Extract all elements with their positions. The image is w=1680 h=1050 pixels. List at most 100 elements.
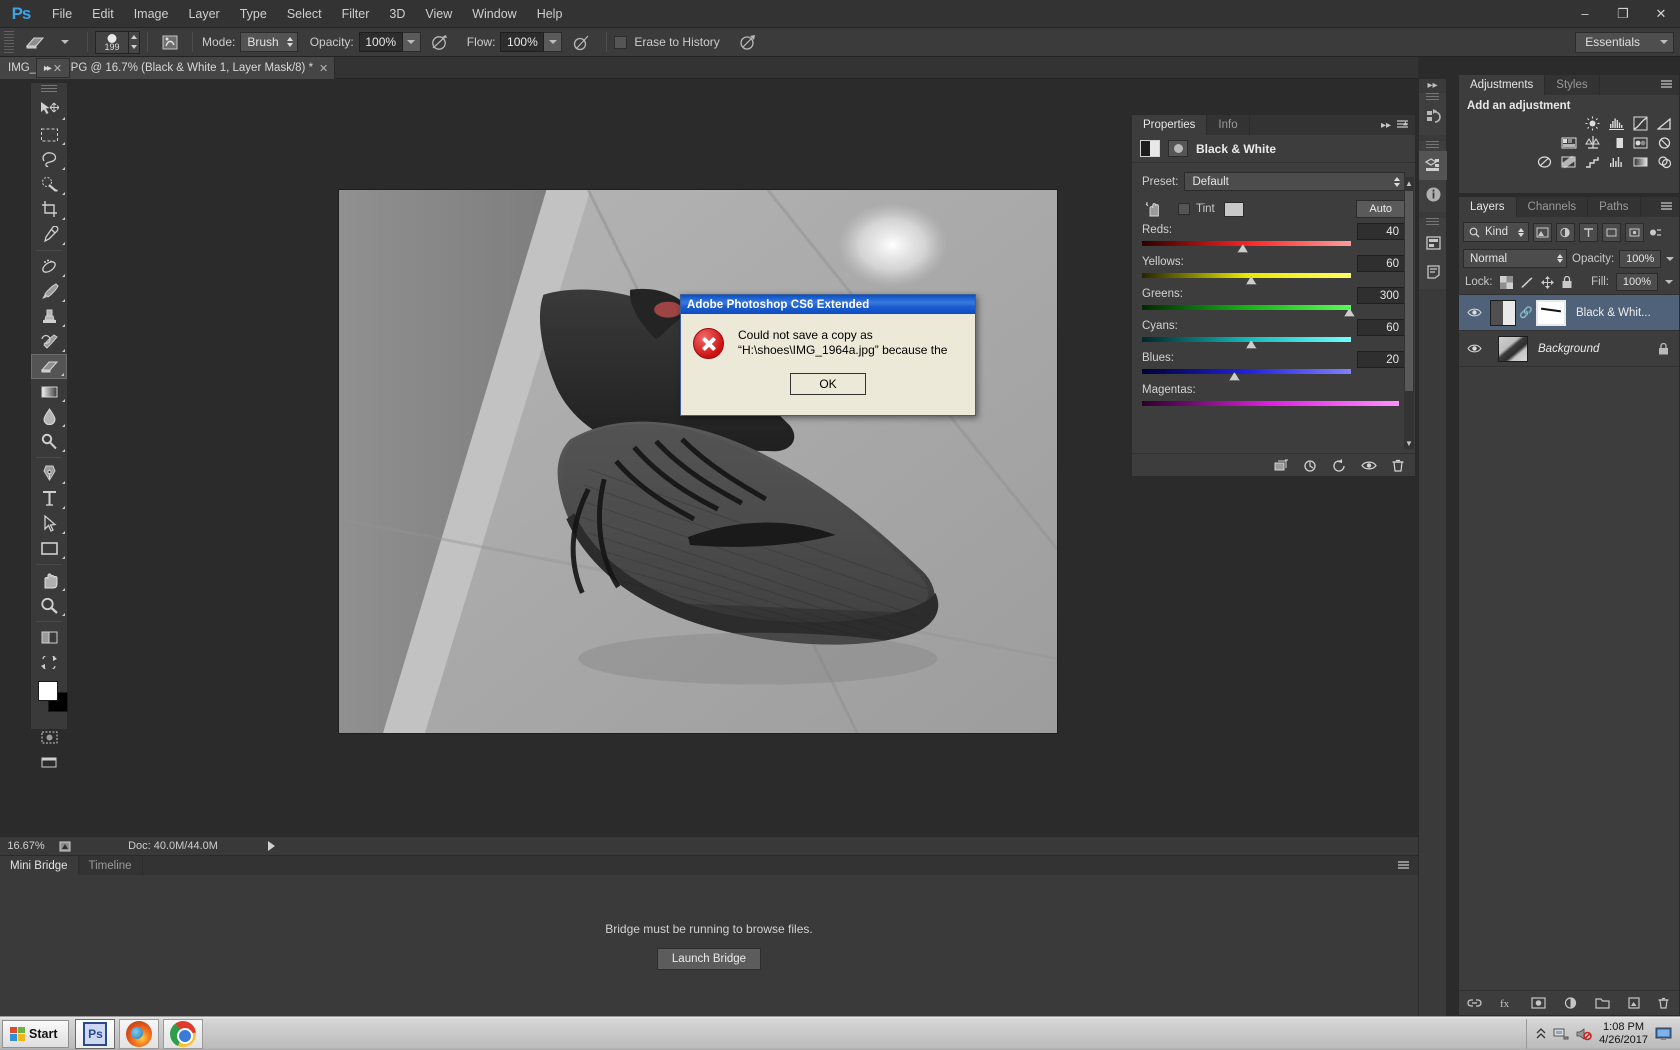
lock-transparency-icon[interactable] <box>1499 275 1513 289</box>
brush-tool[interactable] <box>31 279 67 304</box>
tab-styles[interactable]: Styles <box>1545 75 1600 95</box>
color-balance-icon[interactable] <box>1608 135 1625 150</box>
layer-thumbnail[interactable] <box>1490 299 1516 326</box>
channel-mixer-icon[interactable] <box>1536 154 1553 169</box>
threshold-icon[interactable] <box>1608 154 1625 169</box>
filter-type-layers-icon[interactable] <box>1579 222 1598 242</box>
clip-to-layer-icon[interactable] <box>1274 459 1289 472</box>
tab-channels[interactable]: Channels <box>1517 197 1589 217</box>
quick-mask-icon[interactable] <box>31 625 67 650</box>
tablet-pressure-icon[interactable] <box>733 31 763 54</box>
link-mask-icon[interactable]: 🔗 <box>1519 306 1533 319</box>
volume-muted-icon[interactable] <box>1576 1027 1592 1041</box>
tab-layers[interactable]: Layers <box>1459 197 1517 217</box>
arrange-documents-icon[interactable]: ▸▸ ✕ <box>36 58 70 78</box>
flow-dropdown-icon[interactable] <box>544 32 563 52</box>
edit-in-quick-mask-icon[interactable] <box>31 725 67 750</box>
firefox-taskbar-button[interactable] <box>119 1018 160 1049</box>
slider-value[interactable]: 40 <box>1357 223 1405 240</box>
menu-file[interactable]: File <box>42 0 82 28</box>
new-group-icon[interactable] <box>1595 997 1610 1009</box>
tab-mini-bridge[interactable]: Mini Bridge <box>0 856 79 875</box>
slider-value[interactable]: 20 <box>1357 351 1405 368</box>
brightness-contrast-icon[interactable] <box>1584 116 1601 131</box>
scroll-down-icon[interactable]: ▼ <box>1405 437 1413 449</box>
slider-track[interactable] <box>1142 365 1351 381</box>
document-canvas[interactable] <box>338 189 1058 734</box>
blend-mode-select[interactable]: Normal <box>1463 249 1567 268</box>
slider-value[interactable]: 300 <box>1357 287 1405 304</box>
erase-to-history-checkbox[interactable] <box>614 35 628 49</box>
levels-icon[interactable] <box>1608 116 1625 131</box>
rectangular-marquee-tool[interactable] <box>31 122 67 147</box>
layer-mask-icon[interactable] <box>1531 997 1546 1009</box>
lock-image-pixels-icon[interactable] <box>1520 276 1534 289</box>
layer-opacity-value[interactable]: 100% <box>1619 249 1662 268</box>
menu-filter[interactable]: Filter <box>332 0 380 28</box>
scroll-up-icon[interactable]: ▲ <box>1405 177 1413 189</box>
layer-style-icon[interactable]: fx <box>1499 997 1514 1009</box>
close-button[interactable]: ✕ <box>1642 0 1680 28</box>
lock-all-icon[interactable] <box>1561 275 1573 289</box>
launch-bridge-button[interactable]: Launch Bridge <box>656 948 762 970</box>
chrome-taskbar-button[interactable] <box>163 1018 204 1049</box>
panel-menu-icon[interactable] <box>1398 861 1412 871</box>
eraser-tool[interactable] <box>31 354 67 379</box>
history-brush-tool[interactable] <box>31 329 67 354</box>
gradient-map-icon[interactable] <box>1632 154 1649 169</box>
layer-mask-thumbnail[interactable] <box>1536 299 1566 326</box>
auto-button[interactable]: Auto <box>1356 200 1405 218</box>
move-tool[interactable] <box>31 97 67 122</box>
eyedropper-tool[interactable] <box>31 222 67 247</box>
status-menu-icon[interactable] <box>268 841 275 851</box>
table-row[interactable]: Background <box>1459 331 1679 367</box>
airbrush-tablet-icon[interactable] <box>155 31 185 54</box>
mode-select[interactable]: Brush <box>240 32 298 52</box>
info-panel-icon[interactable] <box>1419 180 1447 209</box>
tab-info[interactable]: Info <box>1207 115 1250 135</box>
menu-3d[interactable]: 3D <box>379 0 415 28</box>
display-icon[interactable] <box>1655 1027 1672 1041</box>
panel-menu-icon[interactable] <box>1661 202 1675 212</box>
panel-menu-icon[interactable] <box>1397 120 1411 130</box>
link-layers-icon[interactable] <box>1467 997 1482 1009</box>
dodge-tool[interactable] <box>31 429 67 454</box>
invert-icon[interactable] <box>1560 154 1577 169</box>
menu-select[interactable]: Select <box>277 0 332 28</box>
spot-healing-brush-tool[interactable] <box>31 254 67 279</box>
opacity-dropdown-icon[interactable] <box>1666 256 1675 261</box>
layer-fill-value[interactable]: 100% <box>1616 273 1658 291</box>
reset-icon[interactable] <box>1332 458 1347 472</box>
mask-thumbnail-icon[interactable] <box>1168 140 1188 157</box>
menu-layer[interactable]: Layer <box>178 0 229 28</box>
notes-panel-icon[interactable] <box>1419 257 1447 286</box>
history-panel-icon[interactable] <box>1419 103 1447 132</box>
filter-toggle-icon[interactable] <box>1648 223 1662 242</box>
photoshop-taskbar-button[interactable]: Ps <box>75 1018 116 1049</box>
rectangle-tool[interactable] <box>31 536 67 561</box>
black-white-icon[interactable] <box>1632 135 1649 150</box>
filter-adjustment-layers-icon[interactable] <box>1556 222 1575 242</box>
brush-size-stepper[interactable] <box>129 30 140 54</box>
lock-position-icon[interactable] <box>1540 275 1554 289</box>
change-screen-mode-icon[interactable] <box>31 750 67 775</box>
filter-smart-objects-icon[interactable] <box>1625 222 1644 242</box>
document-profile-icon[interactable] <box>52 840 78 853</box>
foreground-color-swatch[interactable] <box>38 681 58 701</box>
menu-help[interactable]: Help <box>527 0 573 28</box>
eraser-icon[interactable] <box>20 31 50 54</box>
toggle-visibility-icon[interactable] <box>1361 459 1377 472</box>
slider-track[interactable] <box>1142 333 1351 349</box>
tint-color-swatch[interactable] <box>1223 201 1244 217</box>
show-hidden-icons[interactable] <box>1536 1027 1546 1040</box>
brush-size-preview[interactable]: 199 <box>95 30 129 54</box>
ok-button[interactable]: OK <box>790 373 866 395</box>
layer-visibility-icon[interactable] <box>1463 307 1485 318</box>
menu-edit[interactable]: Edit <box>82 0 124 28</box>
rail-grip[interactable] <box>1426 93 1439 101</box>
filter-shape-layers-icon[interactable] <box>1602 222 1621 242</box>
hue-saturation-icon[interactable] <box>1584 135 1601 150</box>
tab-adjustments[interactable]: Adjustments <box>1459 75 1546 95</box>
exposure-icon[interactable] <box>1656 116 1673 131</box>
lasso-tool[interactable] <box>31 147 67 172</box>
